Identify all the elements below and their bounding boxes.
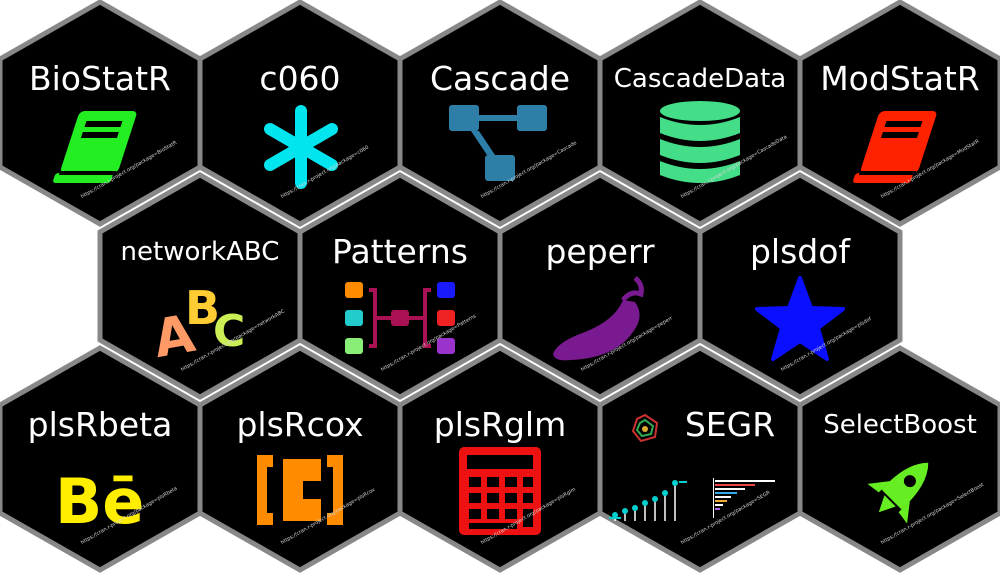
behance-icon: Bē <box>55 465 144 535</box>
package-title: ModStatR <box>820 59 980 98</box>
calculator-icon <box>459 447 541 535</box>
hex-plsrglm[interactable]: plsRglm https://cran.r-project.org/packa… <box>395 343 605 575</box>
package-title: SelectBoost <box>823 410 977 440</box>
package-title: plsRbeta <box>27 405 173 444</box>
plots-icon <box>609 413 775 521</box>
package-title: CascadeData <box>613 64 787 94</box>
package-title: Cascade <box>429 59 571 98</box>
package-title: BioStatR <box>29 59 171 98</box>
package-title: peperr <box>545 232 655 271</box>
package-title: Patterns <box>332 232 468 271</box>
codepen-bracket-icon <box>257 455 343 525</box>
package-title: plsdof <box>749 232 851 271</box>
hex-plsrbeta[interactable]: plsRbeta Bē https://cran.r-project.org/p… <box>0 343 205 575</box>
hex-selectboost[interactable]: SelectBoost https://cran.r-project.org/p… <box>795 343 1000 575</box>
svg-text:Bē: Bē <box>55 465 144 535</box>
hex-plsrcox[interactable]: plsRcox https://cran.r-project.org/packa… <box>195 343 405 575</box>
hex-segr[interactable]: SEGR https://cran.r-project.org/package=… <box>595 343 805 575</box>
package-title: plsRcox <box>236 405 364 444</box>
package-title: c060 <box>259 59 341 98</box>
package-title: networkABC <box>120 237 280 267</box>
rocket-icon <box>867 462 929 524</box>
package-title: plsRglm <box>433 405 567 444</box>
